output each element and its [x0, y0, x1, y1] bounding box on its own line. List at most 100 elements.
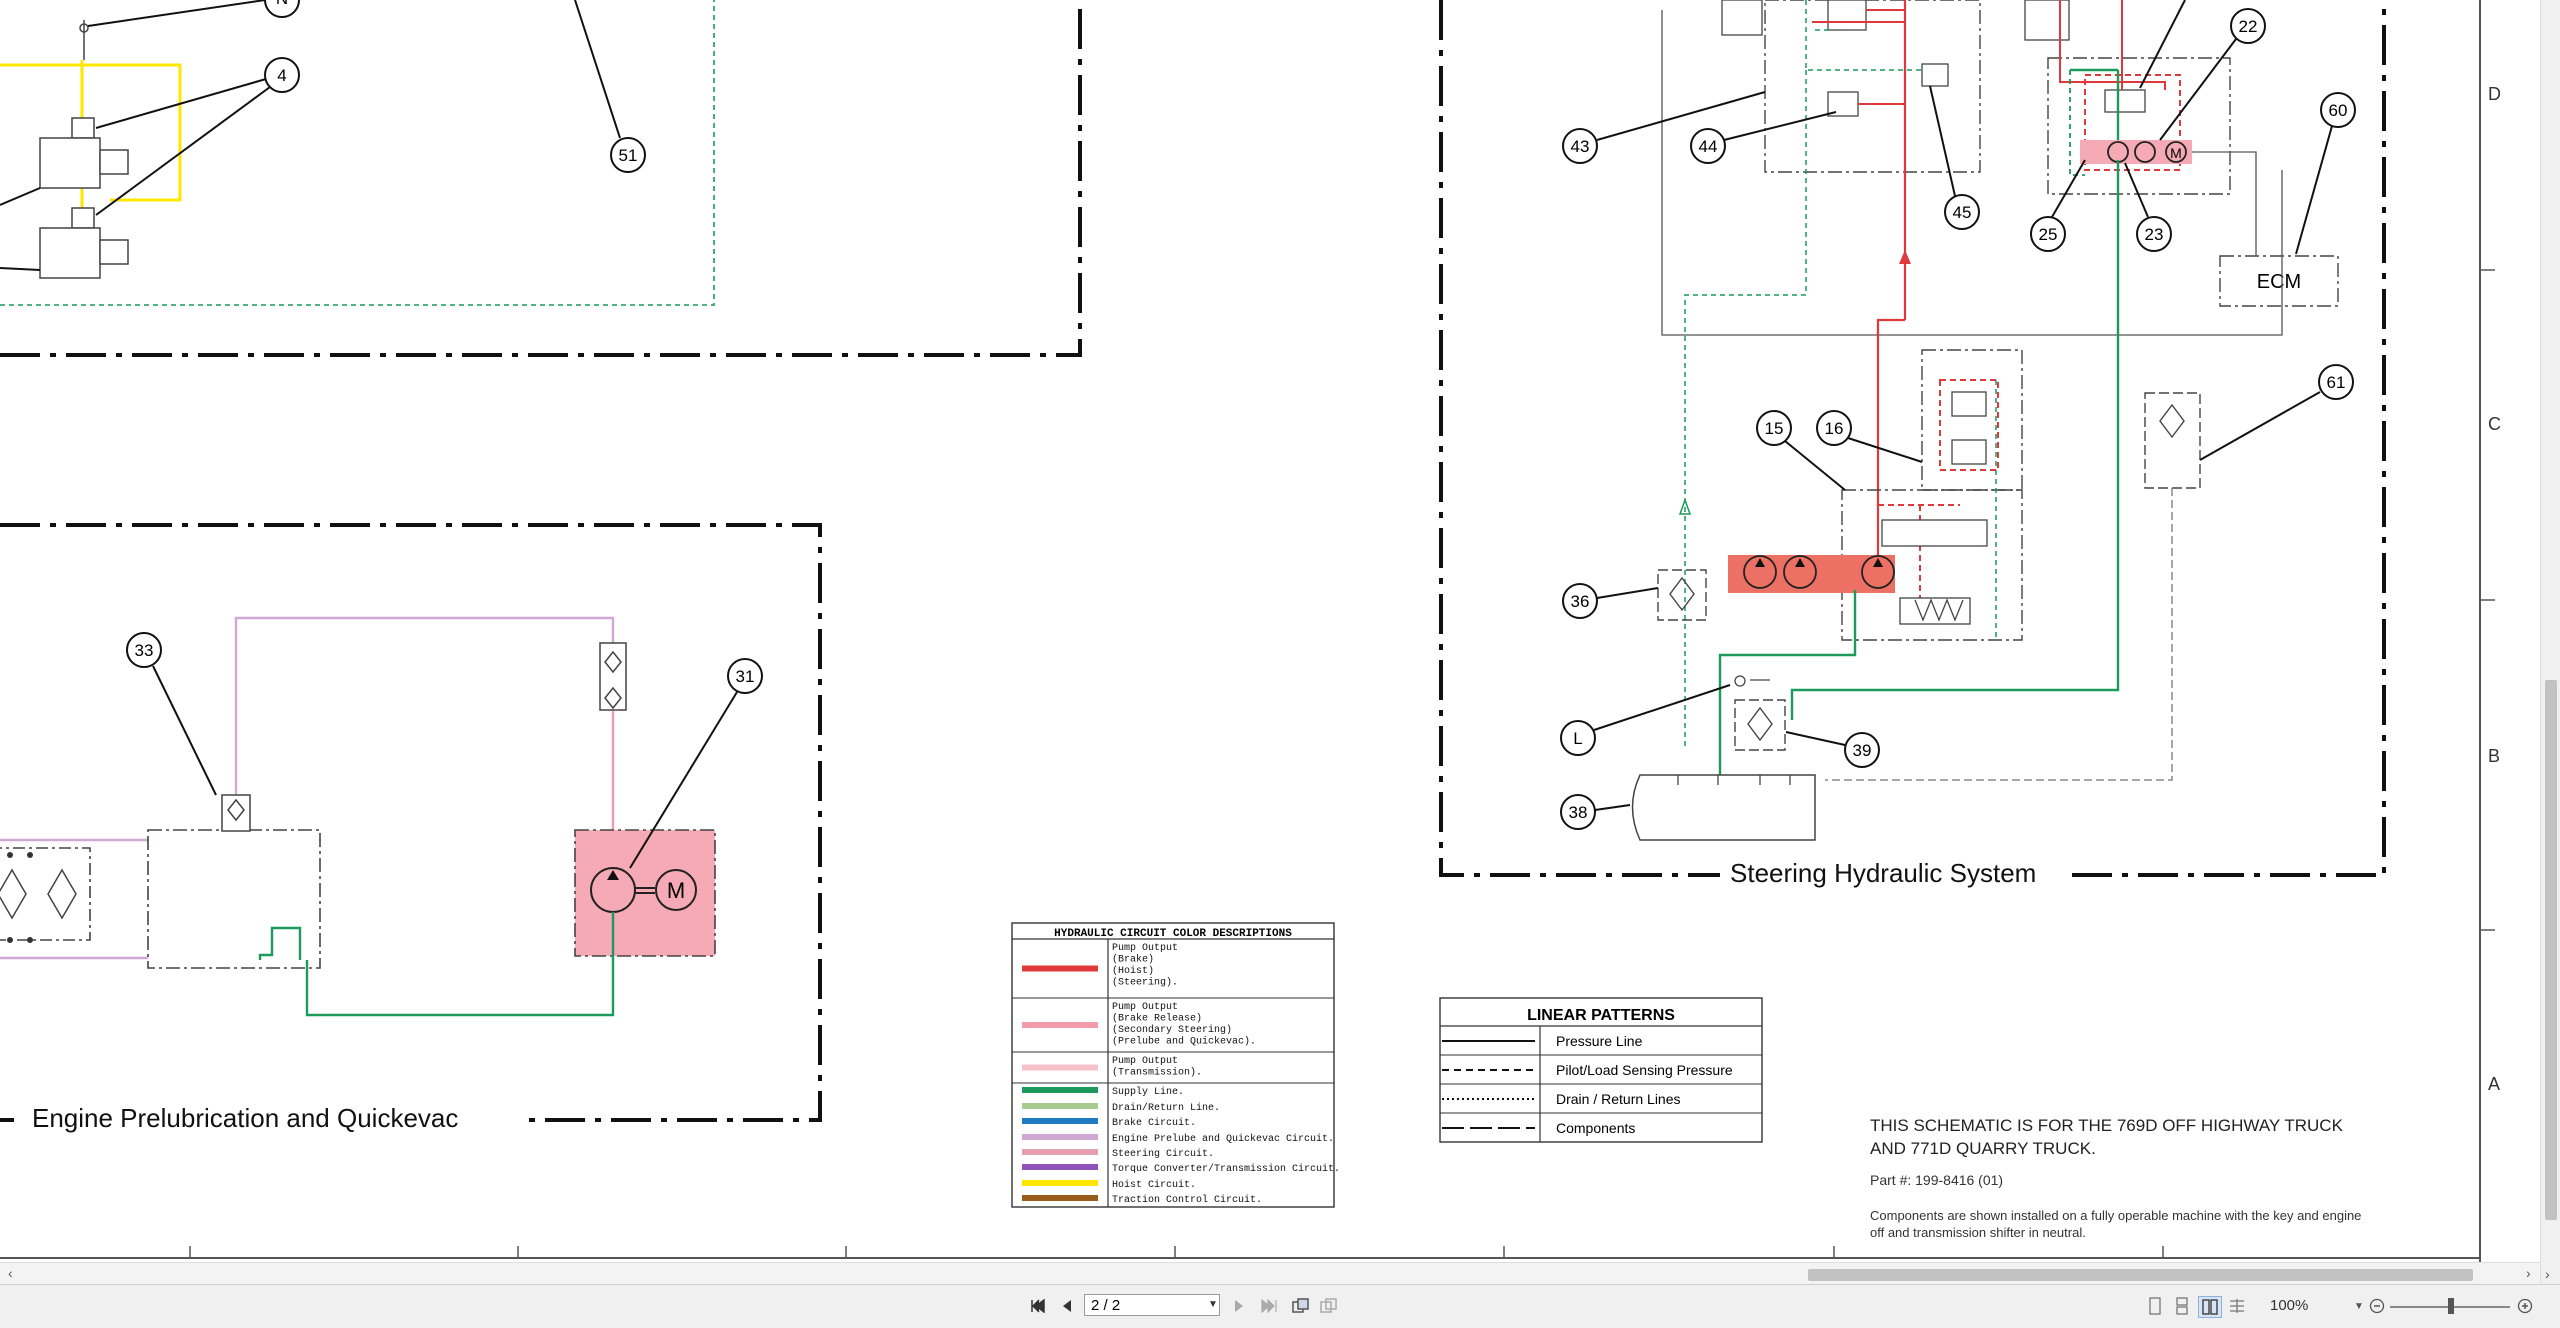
last-page-icon[interactable] [1258, 1296, 1280, 1316]
callout-l: L [1573, 729, 1582, 748]
callout-4: 4 [277, 66, 286, 85]
callout-60: 60 [2329, 101, 2348, 120]
horizontal-scroll-thumb[interactable] [1808, 1269, 2473, 1281]
zoom-in-icon[interactable] [2516, 1296, 2534, 1316]
legend-text: Pump Output [1112, 1002, 1178, 1013]
callout-38: 38 [1569, 803, 1588, 822]
steering-title: Steering Hydraulic System [1730, 858, 2036, 888]
scroll-right-icon[interactable]: › [2526, 1265, 2531, 1281]
zoom-slider-handle[interactable] [2448, 1298, 2454, 1314]
linear-patterns-legend: LINEAR PATTERNS Pressure Line Pilot/Load… [1439, 997, 1763, 1143]
page-number-input[interactable] [1084, 1294, 1220, 1316]
motor-label-31: M [667, 878, 685, 903]
legend-text: (Prelube and Quickevac). [1112, 1036, 1256, 1048]
legend-swatch [1022, 1149, 1098, 1155]
legend-text: (Transmission). [1112, 1067, 1202, 1079]
legend-text: (Hoist) [1112, 965, 1154, 977]
schematic-document: D C B A 8 7 6 5 4 3 2 1 4 N [0, 0, 2540, 1262]
components-note-line1: Components are shown installed on a full… [1870, 1208, 2361, 1223]
first-page-icon[interactable] [1028, 1296, 1048, 1316]
legend-swatch [1022, 1022, 1098, 1028]
legend-swatch [1022, 1134, 1098, 1140]
truck-note-line2: AND 771D QUARRY TRUCK. [1870, 1139, 2096, 1158]
legend-text: (Brake) [1112, 954, 1154, 966]
schematic-notes: THIS SCHEMATIC IS FOR THE 769D OFF HIGHW… [1870, 1116, 2361, 1240]
page-dropdown-icon[interactable]: ▼ [1208, 1299, 1218, 1310]
legend-swatch [1022, 1118, 1098, 1124]
vertical-scrollbar[interactable]: › [2540, 0, 2560, 1327]
callout-45: 45 [1953, 203, 1972, 222]
legend-swatch [1022, 1064, 1098, 1071]
prelube-section: Engine Prelubrication and Quickevac 33 M… [0, 523, 822, 1133]
hydraulic-schematic: D C B A 8 7 6 5 4 3 2 1 4 N [0, 0, 2501, 1262]
vertical-scroll-thumb[interactable] [2545, 680, 2557, 1220]
zoom-level[interactable]: 100% [2270, 1297, 2308, 1314]
part-number: Part #: 199-8416 (01) [1870, 1172, 2003, 1188]
pattern-label-components: Components [1556, 1120, 1635, 1136]
legend-swatch [1022, 965, 1098, 972]
callout-44: 44 [1699, 137, 1718, 156]
legend-text: (Secondary Steering) [1112, 1024, 1232, 1036]
linear-patterns-title: LINEAR PATTERNS [1527, 1007, 1675, 1024]
legend-text: Drain/Return Line. [1112, 1102, 1220, 1114]
row-label-d: D [2488, 84, 2501, 104]
pattern-label-drain: Drain / Return Lines [1556, 1091, 1681, 1107]
viewer-toolbar: ▼ 100% ▼ [0, 1284, 2560, 1328]
prelube-title: Engine Prelubrication and Quickevac [32, 1103, 458, 1133]
two-page-view-icon[interactable] [2198, 1296, 2222, 1318]
legend-text: Hoist Circuit. [1112, 1179, 1196, 1191]
scroll-left-icon[interactable]: ‹ [8, 1265, 13, 1281]
scroll-down-icon[interactable]: › [2545, 1266, 2550, 1282]
callout-51: 51 [619, 146, 638, 165]
legend-swatch [1022, 1180, 1098, 1186]
callout-39: 39 [1853, 741, 1872, 760]
legend-text: (Brake Release) [1112, 1013, 1202, 1025]
callout-61: 61 [2327, 373, 2346, 392]
callout-23: 23 [2145, 225, 2164, 244]
legend-swatch [1022, 1195, 1098, 1201]
next-page-icon[interactable] [1230, 1296, 1250, 1316]
components-note-line2: off and transmission shifter in neutral. [1870, 1225, 2086, 1240]
legend-text: Steering Circuit. [1112, 1148, 1214, 1160]
row-label-c: C [2488, 414, 2501, 434]
motor-label-22: M [2170, 145, 2182, 161]
ecm-label: ECM [2257, 271, 2301, 293]
callout-36: 36 [1571, 592, 1590, 611]
callout-43: 43 [1571, 137, 1590, 156]
row-label-b: B [2488, 746, 2500, 766]
callout-33: 33 [135, 641, 154, 660]
callout-25: 25 [2039, 225, 2058, 244]
truck-note-line1: THIS SCHEMATIC IS FOR THE 769D OFF HIGHW… [1870, 1116, 2344, 1135]
callout-22: 22 [2239, 17, 2258, 36]
row-label-a: A [2488, 1074, 2500, 1094]
legend-swatch [1022, 1087, 1098, 1093]
callout-15: 15 [1765, 419, 1784, 438]
legend-text: Pump Output [1112, 943, 1178, 954]
pattern-label-pilot: Pilot/Load Sensing Pressure [1556, 1062, 1733, 1078]
legend-text: Pump Output [1112, 1056, 1178, 1067]
steering-section: Steering Hydraulic System M ECM 43 44 45… [1439, 0, 2386, 888]
zoom-out-icon[interactable] [2368, 1296, 2386, 1316]
zoom-dropdown-icon[interactable]: ▼ [2352, 1296, 2366, 1316]
legend-swatch [1022, 1103, 1098, 1109]
book-view-icon[interactable] [2226, 1296, 2248, 1316]
pattern-label-pressure: Pressure Line [1556, 1033, 1643, 1049]
legend-text: Traction Control Circuit. [1112, 1194, 1262, 1206]
legend-text: (Steering). [1112, 977, 1178, 989]
paste-page-icon[interactable] [1318, 1296, 1340, 1316]
legend-text: Brake Circuit. [1112, 1117, 1196, 1129]
legend-swatch [1022, 1164, 1098, 1170]
continuous-view-icon[interactable] [2172, 1296, 2192, 1316]
legend-text: Supply Line. [1112, 1086, 1184, 1098]
color-legend-title: HYDRAULIC CIRCUIT COLOR DESCRIPTIONS [1054, 928, 1292, 940]
callout-31: 31 [736, 667, 755, 686]
callout-n: N [276, 0, 288, 8]
horizontal-scrollbar[interactable]: ‹ › [0, 1262, 2540, 1285]
legend-text: Torque Converter/Transmission Circuit. [1112, 1163, 1340, 1175]
single-page-view-icon[interactable] [2145, 1296, 2165, 1316]
color-legend: HYDRAULIC CIRCUIT COLOR DESCRIPTIONS Pum… [1011, 922, 1340, 1208]
hoist-section: 4 N 51 [0, 0, 1082, 357]
prev-page-icon[interactable] [1056, 1296, 1076, 1316]
copy-page-icon[interactable] [1290, 1296, 1312, 1316]
legend-text: Engine Prelube and Quickevac Circuit. [1112, 1133, 1334, 1145]
